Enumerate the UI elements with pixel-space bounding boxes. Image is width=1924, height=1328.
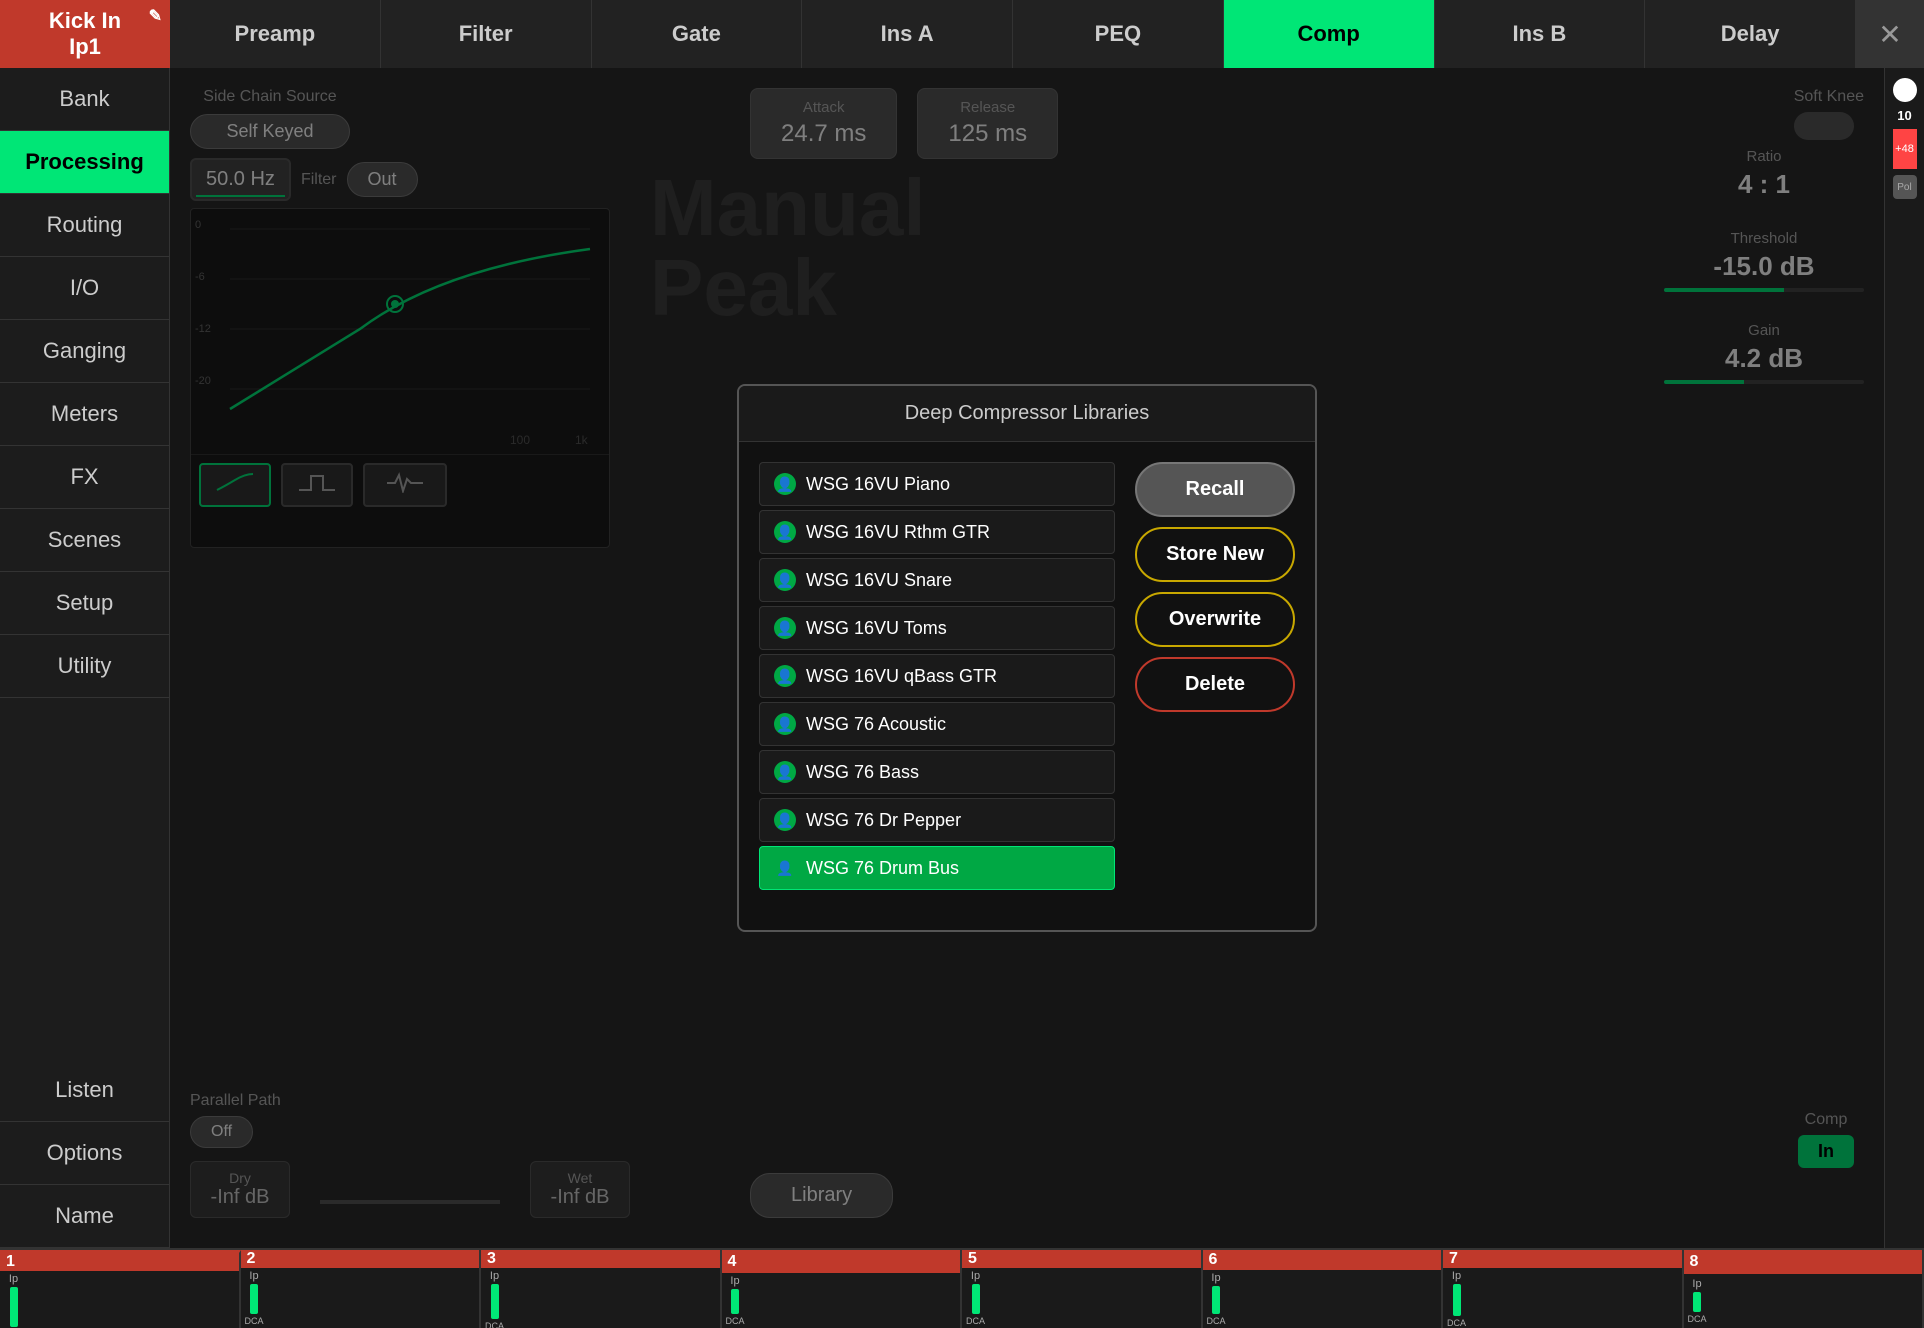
lib-icon: 👤 [774, 617, 796, 639]
close-button[interactable]: ✕ [1856, 0, 1924, 68]
lib-icon: 👤 [774, 713, 796, 735]
channel-strip-1[interactable]: 1 Ip DCA [0, 1250, 241, 1328]
lib-icon: 👤 [774, 569, 796, 591]
overwrite-button[interactable]: Overwrite [1135, 592, 1295, 647]
lib-icon: 👤 [774, 521, 796, 543]
list-item[interactable]: 👤 WSG 16VU Toms [759, 606, 1115, 650]
channel-strip-3[interactable]: 3 Ip DCA [481, 1250, 722, 1328]
tab-comp[interactable]: Comp [1224, 0, 1435, 68]
tab-filter[interactable]: Filter [381, 0, 592, 68]
channel-strip-6[interactable]: 6 Ip DCA [1203, 1250, 1444, 1328]
channel-strip-8[interactable]: 8 Ip DCA [1684, 1250, 1924, 1328]
level-value: 10 [1897, 108, 1911, 123]
modal-actions: Recall Store New Overwrite Delete [1135, 462, 1295, 890]
sidebar-item-ganging[interactable]: Ganging [0, 320, 169, 383]
tab-gate[interactable]: Gate [592, 0, 803, 68]
sidebar-item-fx[interactable]: FX [0, 446, 169, 509]
right-sidebar: 10 +48 Pol [1884, 68, 1924, 1248]
sidebar-item-processing[interactable]: Processing [0, 131, 169, 194]
lib-icon: 👤 [774, 473, 796, 495]
sidebar-item-utility[interactable]: Utility [0, 635, 169, 698]
pol-button[interactable]: Pol [1893, 175, 1917, 199]
sidebar-item-setup[interactable]: Setup [0, 572, 169, 635]
edit-icon: ✎ [149, 6, 162, 26]
channel-strip-7[interactable]: 7 Ip DCA [1443, 1250, 1684, 1328]
store-new-button[interactable]: Store New [1135, 527, 1295, 582]
channel-strip-4[interactable]: 4 Ip DCA [722, 1250, 963, 1328]
channel-sub: Ip1 [69, 34, 101, 60]
list-item[interactable]: 👤 WSG 16VU Piano [759, 462, 1115, 506]
ch-num-1: 1 [6, 1253, 15, 1271]
library-list: 👤 WSG 16VU Piano 👤 WSG 16VU Rthm GTR 👤 W… [759, 462, 1115, 890]
ch-fader-1: Ip DCA [0, 1271, 239, 1328]
tab-ins-a[interactable]: Ins A [802, 0, 1013, 68]
channel-button[interactable]: ✎ Kick In Ip1 [0, 0, 170, 68]
ch-fader-2: Ip DCA [241, 1268, 480, 1328]
sidebar: Bank Processing Routing I/O Ganging Mete… [0, 68, 170, 1248]
channel-name: Kick In [49, 8, 121, 34]
lib-icon: 👤 [774, 857, 796, 879]
channel-strip-5[interactable]: 5 Ip DCA [962, 1250, 1203, 1328]
recall-button[interactable]: Recall [1135, 462, 1295, 517]
ch-num-2: 2 [247, 1250, 256, 1268]
list-item[interactable]: 👤 WSG 76 Acoustic [759, 702, 1115, 746]
tab-ins-b[interactable]: Ins B [1435, 0, 1646, 68]
library-modal: Deep Compressor Libraries 👤 WSG 16VU Pia… [737, 384, 1317, 932]
tab-peq[interactable]: PEQ [1013, 0, 1224, 68]
comp-panel: Side Chain Source Self Keyed 50.0 Hz Fil… [170, 68, 1884, 1248]
sidebar-item-scenes[interactable]: Scenes [0, 509, 169, 572]
main-layout: Bank Processing Routing I/O Ganging Mete… [0, 68, 1924, 1248]
list-item[interactable]: 👤 WSG 16VU Snare [759, 558, 1115, 602]
sidebar-item-options[interactable]: Options [0, 1122, 169, 1185]
lib-icon: 👤 [774, 761, 796, 783]
sidebar-item-routing[interactable]: Routing [0, 194, 169, 257]
tab-delay[interactable]: Delay [1645, 0, 1856, 68]
sidebar-bottom: Listen Options Name [0, 1059, 169, 1248]
modal-title: Deep Compressor Libraries [739, 386, 1315, 442]
nav-tabs: Preamp Filter Gate Ins A PEQ Comp Ins B … [170, 0, 1856, 68]
lib-icon: 👤 [774, 665, 796, 687]
sidebar-item-listen[interactable]: Listen [0, 1059, 169, 1122]
list-item[interactable]: 👤 WSG 16VU qBass GTR [759, 654, 1115, 698]
ch-type-1: Ip [9, 1273, 18, 1285]
level-indicator [1893, 78, 1917, 102]
modal-overlay: Deep Compressor Libraries 👤 WSG 16VU Pia… [170, 68, 1884, 1248]
sidebar-item-bank[interactable]: Bank [0, 68, 169, 131]
content-area: Side Chain Source Self Keyed 50.0 Hz Fil… [170, 68, 1884, 1248]
delete-button[interactable]: Delete [1135, 657, 1295, 712]
list-item-selected[interactable]: 👤 WSG 76 Drum Bus [759, 846, 1115, 890]
sidebar-item-io[interactable]: I/O [0, 257, 169, 320]
bottom-strip: 1 Ip DCA 2 Ip DCA 3 Ip [0, 1248, 1924, 1328]
plus-bar: +48 [1893, 129, 1917, 169]
top-bar: ✎ Kick In Ip1 Preamp Filter Gate Ins A P… [0, 0, 1924, 68]
list-item[interactable]: 👤 WSG 76 Bass [759, 750, 1115, 794]
sidebar-item-name[interactable]: Name [0, 1185, 169, 1248]
lib-icon: 👤 [774, 809, 796, 831]
ch-meter-1 [10, 1287, 18, 1327]
list-item[interactable]: 👤 WSG 16VU Rthm GTR [759, 510, 1115, 554]
sidebar-item-meters[interactable]: Meters [0, 383, 169, 446]
modal-body: 👤 WSG 16VU Piano 👤 WSG 16VU Rthm GTR 👤 W… [739, 442, 1315, 910]
list-item[interactable]: 👤 WSG 76 Dr Pepper [759, 798, 1115, 842]
channel-strip-2[interactable]: 2 Ip DCA [241, 1250, 482, 1328]
tab-preamp[interactable]: Preamp [170, 0, 381, 68]
